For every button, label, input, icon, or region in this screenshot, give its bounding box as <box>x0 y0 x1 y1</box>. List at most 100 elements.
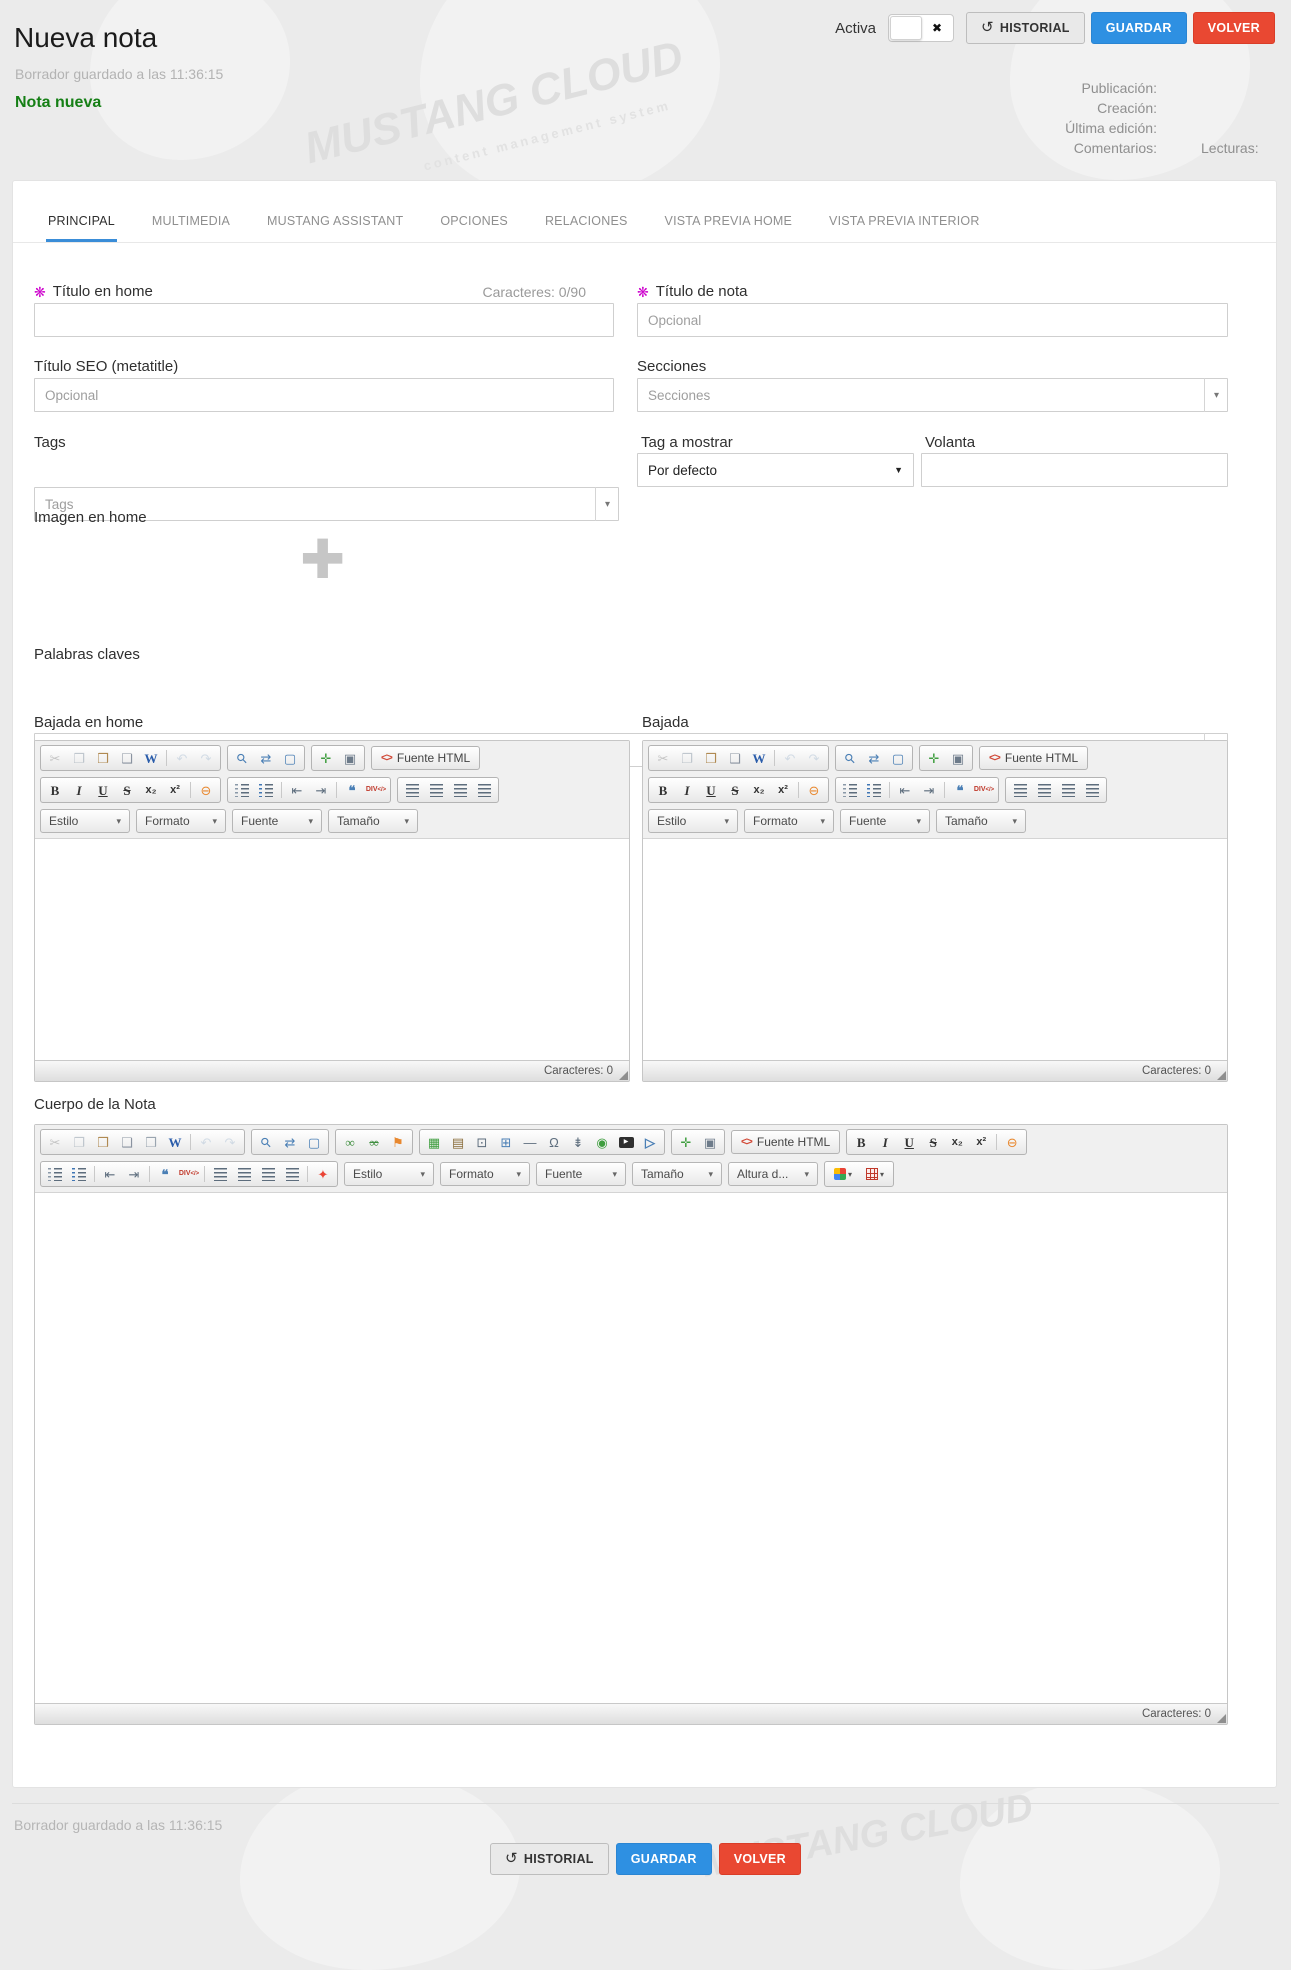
paste-button[interactable]: ❒ <box>91 1131 115 1153</box>
add-image-button[interactable]: ✚ <box>300 533 345 587</box>
copy-button[interactable]: ❐ <box>67 747 91 769</box>
youtube-button[interactable]: ▶ <box>614 1131 638 1153</box>
show-blocks-button[interactable]: ▣ <box>698 1131 722 1153</box>
underline-button[interactable]: U <box>91 779 115 801</box>
tab-mustang-assistant[interactable]: MUSTANG ASSISTANT <box>265 212 405 242</box>
maximize-button[interactable]: ✛ <box>674 1131 698 1153</box>
italic-button[interactable]: I <box>67 779 91 801</box>
list-numbered-button[interactable] <box>838 779 862 801</box>
align-right-button[interactable] <box>1056 779 1080 801</box>
list-bulleted-button[interactable] <box>67 1163 91 1185</box>
redo-button[interactable]: ↷ <box>218 1131 242 1153</box>
color-bg-button[interactable]: ▾ <box>859 1163 891 1185</box>
paste-button[interactable]: ❒ <box>91 747 115 769</box>
paste-word-button[interactable]: W <box>139 747 163 769</box>
special-char-button[interactable]: Ω <box>542 1131 566 1153</box>
align-right-button[interactable] <box>256 1163 280 1185</box>
list-numbered-button[interactable] <box>43 1163 67 1185</box>
combo-tama-o[interactable]: Tamaño▾ <box>936 809 1026 833</box>
outdent-button[interactable]: ⇤ <box>98 1163 122 1185</box>
combo-tama-o[interactable]: Tamaño▾ <box>632 1162 722 1186</box>
iframe-button[interactable]: ⊡ <box>470 1131 494 1153</box>
link-button[interactable]: ∞ <box>338 1131 362 1153</box>
remove-format-button[interactable]: ⊖ <box>802 779 826 801</box>
resize-handle-icon[interactable] <box>1217 1714 1226 1723</box>
bajada-en-home-content[interactable] <box>35 839 629 1060</box>
redo-button[interactable]: ↷ <box>802 747 826 769</box>
strike-button[interactable]: S <box>723 779 747 801</box>
unlink-button[interactable]: ∞ <box>362 1131 386 1153</box>
strike-button[interactable]: S <box>115 779 139 801</box>
subscript-button[interactable]: x₂ <box>945 1131 969 1153</box>
history-button[interactable]: ↺HISTORIAL <box>490 1843 609 1875</box>
undo-button[interactable]: ↶ <box>170 747 194 769</box>
maximize-button[interactable]: ✛ <box>922 747 946 769</box>
image-button[interactable]: ▦ <box>422 1131 446 1153</box>
strike-button[interactable]: S <box>921 1131 945 1153</box>
align-justify-button[interactable] <box>472 779 496 801</box>
outdent-button[interactable]: ⇤ <box>285 779 309 801</box>
remove-format-button[interactable]: ⊖ <box>194 779 218 801</box>
combo-fuente[interactable]: Fuente▾ <box>536 1162 626 1186</box>
italic-button[interactable]: I <box>675 779 699 801</box>
bold-button[interactable]: B <box>849 1131 873 1153</box>
history-button[interactable]: ↺HISTORIAL <box>966 12 1085 44</box>
anchor-button[interactable]: ⚑ <box>386 1131 410 1153</box>
combo-estilo[interactable]: Estilo▾ <box>40 809 130 833</box>
copy-button[interactable]: ❐ <box>675 747 699 769</box>
titulo-de-nota-input[interactable] <box>637 303 1228 337</box>
bold-button[interactable]: B <box>43 779 67 801</box>
align-center-button[interactable] <box>424 779 448 801</box>
paste-text-button[interactable]: ❑ <box>723 747 747 769</box>
resize-handle-icon[interactable] <box>1217 1071 1226 1080</box>
align-center-button[interactable] <box>1032 779 1056 801</box>
media-button[interactable]: ▷ <box>638 1131 662 1153</box>
list-bulleted-button[interactable] <box>862 779 886 801</box>
source-button[interactable]: <>Fuente HTML <box>979 746 1088 770</box>
outdent-button[interactable]: ⇤ <box>893 779 917 801</box>
paste-text-button[interactable]: ❑ <box>115 747 139 769</box>
subscript-button[interactable]: x₂ <box>139 779 163 801</box>
replace-button[interactable]: ⇄ <box>254 747 278 769</box>
div-container-button[interactable]: DIV <box>177 1163 201 1185</box>
tab-multimedia[interactable]: MULTIMEDIA <box>150 212 232 242</box>
source-button[interactable]: <>Fuente HTML <box>731 1130 840 1154</box>
color-text-button[interactable]: ▾ <box>827 1163 859 1185</box>
paste-word-button[interactable]: W <box>163 1131 187 1153</box>
chevron-down-icon[interactable]: ▾ <box>595 487 619 521</box>
list-numbered-button[interactable] <box>230 779 254 801</box>
find-button[interactable]: ⚲ <box>230 747 254 769</box>
cuerpo-de-la-nota-content[interactable] <box>35 1193 1227 1703</box>
table-button[interactable]: ⊞ <box>494 1131 518 1153</box>
align-justify-button[interactable] <box>280 1163 304 1185</box>
back-button[interactable]: VOLVER <box>719 1843 801 1875</box>
combo-altura-d[interactable]: Altura d...▾ <box>728 1162 818 1186</box>
combo-tama-o[interactable]: Tamaño▾ <box>328 809 418 833</box>
tab-vista-previa-interior[interactable]: VISTA PREVIA INTERIOR <box>827 212 982 242</box>
list-bulleted-button[interactable] <box>254 779 278 801</box>
undo-button[interactable]: ↶ <box>194 1131 218 1153</box>
underline-button[interactable]: U <box>699 779 723 801</box>
secciones-input[interactable] <box>637 378 1228 412</box>
tag-a-mostrar-select[interactable]: Por defecto ▼ <box>637 453 914 487</box>
italic-button[interactable]: I <box>873 1131 897 1153</box>
remove-format-button[interactable]: ⊖ <box>1000 1131 1024 1153</box>
indent-button[interactable]: ⇥ <box>917 779 941 801</box>
align-left-button[interactable] <box>400 779 424 801</box>
show-blocks-button[interactable]: ▣ <box>946 747 970 769</box>
align-left-button[interactable] <box>208 1163 232 1185</box>
blockquote-button[interactable]: ❝ <box>340 779 364 801</box>
cut-button[interactable]: ✂ <box>651 747 675 769</box>
combo-fuente[interactable]: Fuente▾ <box>840 809 930 833</box>
chevron-down-icon[interactable]: ▾ <box>1204 378 1228 412</box>
blockquote-button[interactable]: ❝ <box>153 1163 177 1185</box>
embed-globe-button[interactable]: ◉ <box>590 1131 614 1153</box>
source-button[interactable]: <>Fuente HTML <box>371 746 480 770</box>
redo-button[interactable]: ↷ <box>194 747 218 769</box>
superscript-button[interactable]: x² <box>969 1131 993 1153</box>
paste-text-button[interactable]: ❑ <box>115 1131 139 1153</box>
titulo-en-home-input[interactable] <box>34 303 614 337</box>
cut-button[interactable]: ✂ <box>43 747 67 769</box>
toggle-knob[interactable] <box>890 16 922 40</box>
combo-fuente[interactable]: Fuente▾ <box>232 809 322 833</box>
